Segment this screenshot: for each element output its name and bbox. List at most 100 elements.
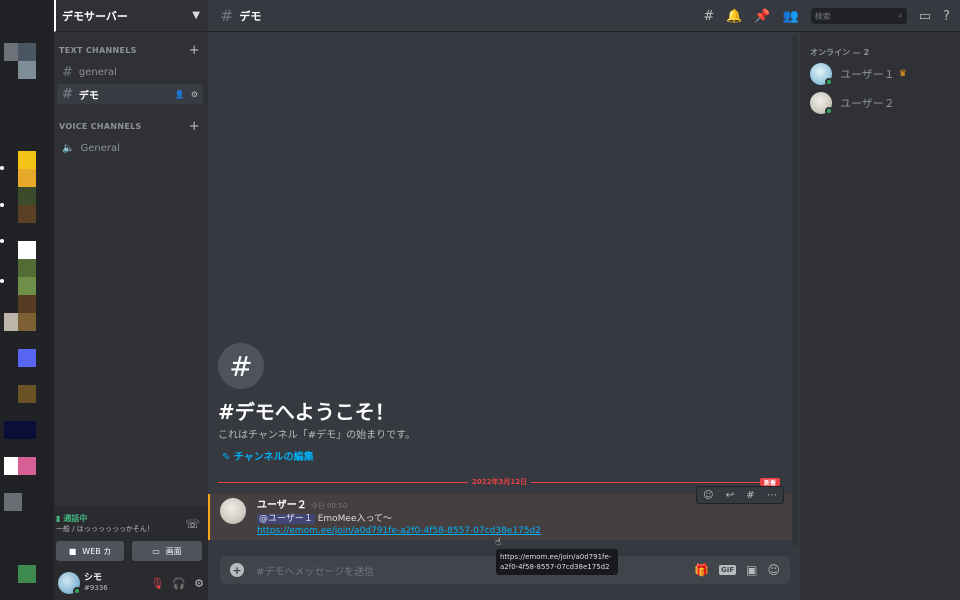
member-name: ユーザー１ (840, 68, 895, 81)
server-tile[interactable] (18, 385, 36, 403)
server-tile[interactable] (18, 277, 36, 295)
sticker-icon[interactable]: ▣ (746, 563, 757, 577)
disconnect-icon[interactable]: ☏ (185, 517, 200, 531)
headphones-icon[interactable]: 🎧 (172, 577, 186, 590)
member-item[interactable]: ユーザー１ ♛ (810, 62, 907, 86)
new-badge: 新着 (760, 478, 781, 487)
avatar (810, 92, 833, 115)
add-channel-icon[interactable]: + (189, 43, 200, 58)
channel-demo[interactable]: # デモ 👤 ⚙ (57, 84, 203, 104)
channel-label: デモ (78, 90, 99, 102)
members-icon[interactable]: 👥 (783, 9, 799, 24)
server-tile[interactable] (4, 421, 36, 439)
category-voice-channels[interactable]: VOICE CHANNELS + (54, 119, 208, 134)
server-header[interactable]: デモサーバー ▼ (54, 0, 208, 32)
category-text-channels[interactable]: TEXT CHANNELS + (54, 43, 208, 58)
voice-channel-name: 一般 / はっっっっっっかそん！ (56, 525, 154, 533)
hash-icon: # (62, 64, 73, 80)
server-tile[interactable] (18, 187, 36, 205)
emoji-icon[interactable]: ☺ (767, 563, 780, 577)
more-icon[interactable]: ⋯ (767, 490, 777, 501)
channel-label: General (80, 142, 120, 154)
server-tile[interactable] (18, 169, 36, 187)
avatar[interactable] (58, 572, 81, 595)
channel-header: # デモ # 🔔 📌 👥 検索 ⌕ ▭ ? (208, 0, 960, 32)
server-tile[interactable] (18, 565, 36, 583)
unread-indicator (0, 166, 4, 170)
chat-area: # デモ # 🔔 📌 👥 検索 ⌕ ▭ ? # #デモへようこそ！ これはチャンネ… (208, 0, 960, 600)
gear-icon[interactable]: ⚙ (191, 90, 198, 99)
screen-icon: ▭ (152, 546, 160, 556)
user-panel: シモ #9336 🎙 🎧 ⚙ (54, 566, 208, 600)
message-author[interactable]: ユーザー２ (257, 500, 307, 511)
bell-icon[interactable]: 🔔 (726, 9, 742, 24)
server-tile[interactable] (18, 205, 36, 223)
screen-share-button[interactable]: ▭ 画面 (132, 541, 202, 561)
member-name: ユーザー２ (840, 97, 895, 110)
server-tile[interactable] (18, 61, 36, 79)
signal-icon: ▮ (56, 514, 61, 523)
microphone-muted-icon[interactable]: 🎙 (150, 577, 164, 590)
upload-plus-icon[interactable]: + (230, 563, 244, 577)
server-tile[interactable] (4, 493, 22, 511)
add-channel-icon[interactable]: + (189, 119, 200, 134)
category-label: TEXT CHANNELS (59, 45, 137, 55)
gear-icon[interactable]: ⚙ (194, 577, 204, 590)
message-header: ユーザー２ 今日 00:50 (257, 496, 347, 511)
online-status-icon (825, 107, 833, 115)
camera-icon: ■ (68, 546, 77, 556)
unread-indicator (0, 239, 4, 243)
server-tile[interactable] (18, 313, 36, 331)
avatar (810, 63, 833, 86)
message-actions: ☺ ↩ # ⋯ (696, 486, 784, 504)
user-info[interactable]: シモ #9336 (84, 573, 108, 593)
channel-general[interactable]: # general (57, 62, 203, 82)
pin-icon[interactable]: 📌 (754, 9, 770, 24)
online-status-icon (73, 587, 81, 595)
server-tile[interactable] (18, 43, 36, 61)
inbox-icon[interactable]: ▭ (919, 9, 931, 24)
message-link[interactable]: https://emom.ee/join/a0d791fe-a2f0-4f58-… (257, 526, 541, 536)
server-tile[interactable] (18, 295, 36, 313)
message[interactable]: ユーザー２ 今日 00:50 @ユーザー１ EmoMee入って〜 https://… (208, 486, 792, 540)
camera-button[interactable]: ■ WEB カ (56, 541, 124, 561)
channel-label: general (78, 66, 117, 78)
invite-icon[interactable]: 👤 (175, 90, 185, 99)
composer-placeholder[interactable]: #デモへメッセージを送信 (256, 563, 374, 578)
gift-icon[interactable]: 🎁 (694, 563, 709, 577)
member-item[interactable]: ユーザー２ (810, 91, 895, 115)
member-list: オンライン — 2 ユーザー１ ♛ ユーザー２ (800, 32, 960, 600)
voice-connection-panel: ▮ 通話中 一般 / はっっっっっっかそん！ ☏ ■ WEB カ ▭ 画面 (54, 506, 208, 566)
unread-indicator (0, 279, 4, 283)
server-tile[interactable] (18, 259, 36, 277)
help-icon[interactable]: ? (943, 9, 950, 24)
server-tile[interactable] (18, 457, 36, 475)
threads-icon[interactable]: # (703, 9, 714, 24)
speaker-icon: 🔈 (62, 142, 75, 154)
hash-icon: # (62, 86, 73, 102)
server-tile[interactable] (18, 349, 36, 367)
voice-channel-general[interactable]: 🔈 General (57, 138, 203, 158)
server-list-mosaic (0, 0, 54, 600)
member-list-header: オンライン — 2 (810, 48, 870, 57)
message-text: EmoMee入って〜 (317, 514, 393, 524)
channel-title: デモ (239, 9, 262, 23)
reply-icon[interactable]: ↩ (726, 490, 734, 501)
pointer-cursor-icon: ☝ (495, 537, 502, 548)
chevron-down-icon[interactable]: ▼ (192, 10, 200, 21)
user-mention[interactable]: @ユーザー１ (257, 514, 315, 524)
message-timestamp: 今日 00:50 (310, 502, 348, 510)
username: シモ (84, 573, 103, 583)
create-thread-icon[interactable]: # (746, 490, 754, 501)
avatar[interactable] (220, 498, 246, 524)
edit-channel-link[interactable]: ✎ チャンネルの編集 (222, 448, 314, 463)
channel-sidebar: デモサーバー ▼ TEXT CHANNELS + # general # デモ … (54, 0, 208, 600)
hash-icon: # (220, 6, 234, 25)
gif-button[interactable]: GIF (719, 565, 737, 575)
server-tile[interactable] (18, 151, 36, 169)
search-input[interactable]: 検索 ⌕ (810, 8, 907, 24)
scrollbar[interactable] (792, 36, 798, 546)
add-reaction-icon[interactable]: ☺ (703, 490, 713, 501)
server-tile[interactable] (18, 241, 36, 259)
server-name: デモサーバー (62, 9, 128, 23)
